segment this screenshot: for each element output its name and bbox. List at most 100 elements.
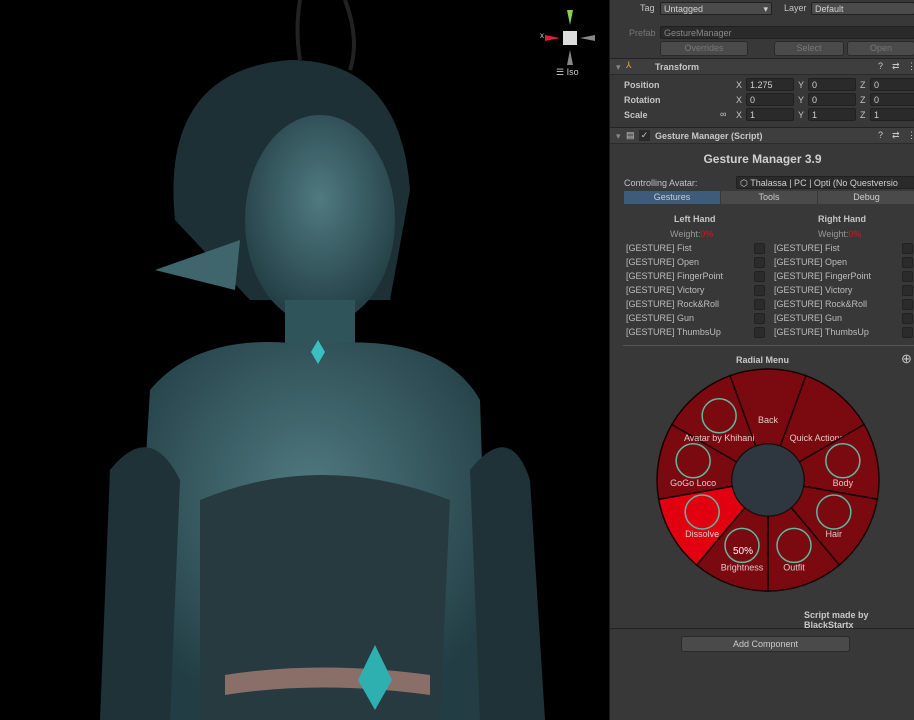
- scene-view[interactable]: x ☰ Iso: [0, 0, 609, 720]
- axis-y-label: Y: [798, 80, 805, 90]
- tab-gestures[interactable]: Gestures: [624, 191, 720, 204]
- axis-x-label: X: [736, 80, 743, 90]
- radial-label-back: Back: [758, 415, 779, 425]
- left-gesture-checkbox[interactable]: [754, 243, 765, 254]
- presets-icon[interactable]: ⇄: [892, 61, 900, 72]
- rotation-z-field[interactable]: 0: [870, 93, 914, 106]
- overrides-dropdown[interactable]: Overrides: [660, 41, 748, 56]
- right-gesture-checkbox[interactable]: [902, 327, 913, 338]
- axis-z-label: Z: [860, 95, 866, 105]
- radial-label-avatar-by-khihani: Avatar by Khihani: [684, 433, 754, 443]
- left-gesture-checkbox[interactable]: [754, 299, 765, 310]
- transform-header[interactable]: ▾ ⅄ Transform ? ⇄ ⋮: [610, 58, 914, 75]
- left-gesture-label: [GESTURE] ThumbsUp: [626, 327, 721, 337]
- left-gesture-label: [GESTURE] Rock&Roll: [626, 299, 720, 309]
- tag-dropdown[interactable]: Untagged ▾: [660, 2, 772, 15]
- scale-z-field[interactable]: 1: [870, 108, 914, 121]
- position-x-field[interactable]: 1.275: [746, 78, 794, 91]
- scale-x-field[interactable]: 1: [746, 108, 794, 121]
- radial-center[interactable]: [731, 443, 805, 517]
- axis-y-label: Y: [798, 110, 805, 120]
- right-hand-label: Right Hand: [818, 214, 866, 224]
- controlling-avatar-label: Controlling Avatar:: [624, 178, 698, 188]
- rotation-y-field[interactable]: 0: [808, 93, 856, 106]
- left-gesture-checkbox[interactable]: [754, 257, 765, 268]
- position-z-field[interactable]: 0: [870, 78, 914, 91]
- right-gesture-checkbox[interactable]: [902, 313, 913, 324]
- script-header[interactable]: ▾ ▤ ✓ Gesture Manager (Script) ? ⇄ ⋮: [610, 127, 914, 144]
- presets-icon[interactable]: ⇄: [892, 130, 900, 141]
- tag-label: Tag: [640, 3, 655, 13]
- left-gesture-checkbox[interactable]: [754, 285, 765, 296]
- tab-debug[interactable]: Debug: [818, 191, 914, 204]
- divider: [623, 345, 914, 346]
- right-gesture-label: [GESTURE] Gun: [774, 313, 843, 323]
- layer-label: Layer: [784, 3, 807, 13]
- script-title: Gesture Manager (Script): [655, 131, 763, 141]
- prefab-value: GestureManager: [664, 28, 732, 38]
- inspector-panel: Tag Untagged ▾ Layer Default Prefab Gestu…: [609, 0, 914, 720]
- right-gesture-label: [GESTURE] Rock&Roll: [774, 299, 868, 309]
- enabled-checkbox[interactable]: ✓: [639, 130, 650, 141]
- avatar-field[interactable]: ⬡ Thalassa | PC | Opti (No Questversio: [736, 176, 914, 189]
- axis-x-label: x: [540, 31, 544, 40]
- tag-value: Untagged: [664, 4, 704, 14]
- left-gesture-label: [GESTURE] Victory: [626, 285, 705, 295]
- right-gesture-label: [GESTURE] ThumbsUp: [774, 327, 869, 337]
- left-gesture-label: [GESTURE] Gun: [626, 313, 695, 323]
- brightness-value: 50%: [733, 546, 753, 557]
- right-gesture-checkbox[interactable]: [902, 271, 913, 282]
- transform-icon: ⅄: [626, 60, 632, 70]
- radial-label-brightness: Brightness: [721, 562, 764, 572]
- left-gesture-label: [GESTURE] FingerPoint: [626, 271, 724, 281]
- left-gesture-label: [GESTURE] Fist: [626, 243, 692, 253]
- layer-dropdown[interactable]: Default: [811, 2, 914, 15]
- divider: [610, 628, 914, 629]
- left-gesture-checkbox[interactable]: [754, 313, 765, 324]
- axis-x-label: X: [736, 95, 743, 105]
- scale-y-field[interactable]: 1: [808, 108, 856, 121]
- axis-y-label: Y: [798, 95, 805, 105]
- position-label: Position: [624, 80, 660, 90]
- open-button[interactable]: Open: [847, 41, 914, 56]
- right-gesture-label: [GESTURE] Fist: [774, 243, 840, 253]
- right-gesture-label: [GESTURE] Open: [774, 257, 848, 267]
- rotation-x-field[interactable]: 0: [746, 93, 794, 106]
- foldout-icon: ▾: [616, 131, 621, 141]
- left-gesture-checkbox[interactable]: [754, 271, 765, 282]
- help-icon[interactable]: ?: [878, 130, 883, 140]
- avatar-value: Thalassa | PC | Opti (No Questversio: [750, 178, 898, 188]
- constrain-proportions-icon[interactable]: ∞: [720, 109, 726, 119]
- projection-toggle[interactable]: ☰ Iso: [556, 67, 579, 78]
- right-gesture-checkbox[interactable]: [902, 257, 913, 268]
- left-gesture-checkbox[interactable]: [754, 327, 765, 338]
- right-gesture-checkbox[interactable]: [902, 285, 913, 296]
- gesture-manager-heading: Gesture Manager 3.9: [703, 152, 822, 166]
- add-circle-icon[interactable]: ⊕: [901, 351, 912, 367]
- position-y-field[interactable]: 0: [808, 78, 856, 91]
- foldout-icon: ▾: [616, 62, 621, 72]
- rotation-label: Rotation: [624, 95, 661, 105]
- axis-z-label: Z: [860, 80, 866, 90]
- right-weight: Weight:0%: [818, 229, 862, 239]
- prefab-field[interactable]: GestureManager: [660, 26, 914, 39]
- select-button[interactable]: Select: [774, 41, 844, 56]
- radial-menu[interactable]: BackQuick ActionsBodyHairOutfitBrightnes…: [654, 366, 882, 594]
- right-gesture-checkbox[interactable]: [902, 299, 913, 310]
- tab-tools[interactable]: Tools: [721, 191, 817, 204]
- left-gesture-label: [GESTURE] Open: [626, 257, 700, 267]
- radial-label-hair: Hair: [826, 529, 843, 539]
- layer-value: Default: [815, 4, 844, 14]
- more-icon[interactable]: ⋮: [907, 61, 914, 72]
- axis-z-label: Z: [860, 110, 866, 120]
- radial-label-gogo-loco: GoGo Loco: [670, 478, 716, 488]
- left-hand-label: Left Hand: [674, 214, 716, 224]
- right-gesture-label: [GESTURE] FingerPoint: [774, 271, 872, 281]
- add-component-button[interactable]: Add Component: [681, 636, 850, 652]
- left-weight: Weight:0%: [670, 229, 714, 239]
- radial-menu-title: Radial Menu: [735, 355, 789, 365]
- projection-label: Iso: [566, 67, 579, 77]
- help-icon[interactable]: ?: [878, 61, 883, 71]
- more-icon[interactable]: ⋮: [907, 130, 914, 141]
- right-gesture-checkbox[interactable]: [902, 243, 913, 254]
